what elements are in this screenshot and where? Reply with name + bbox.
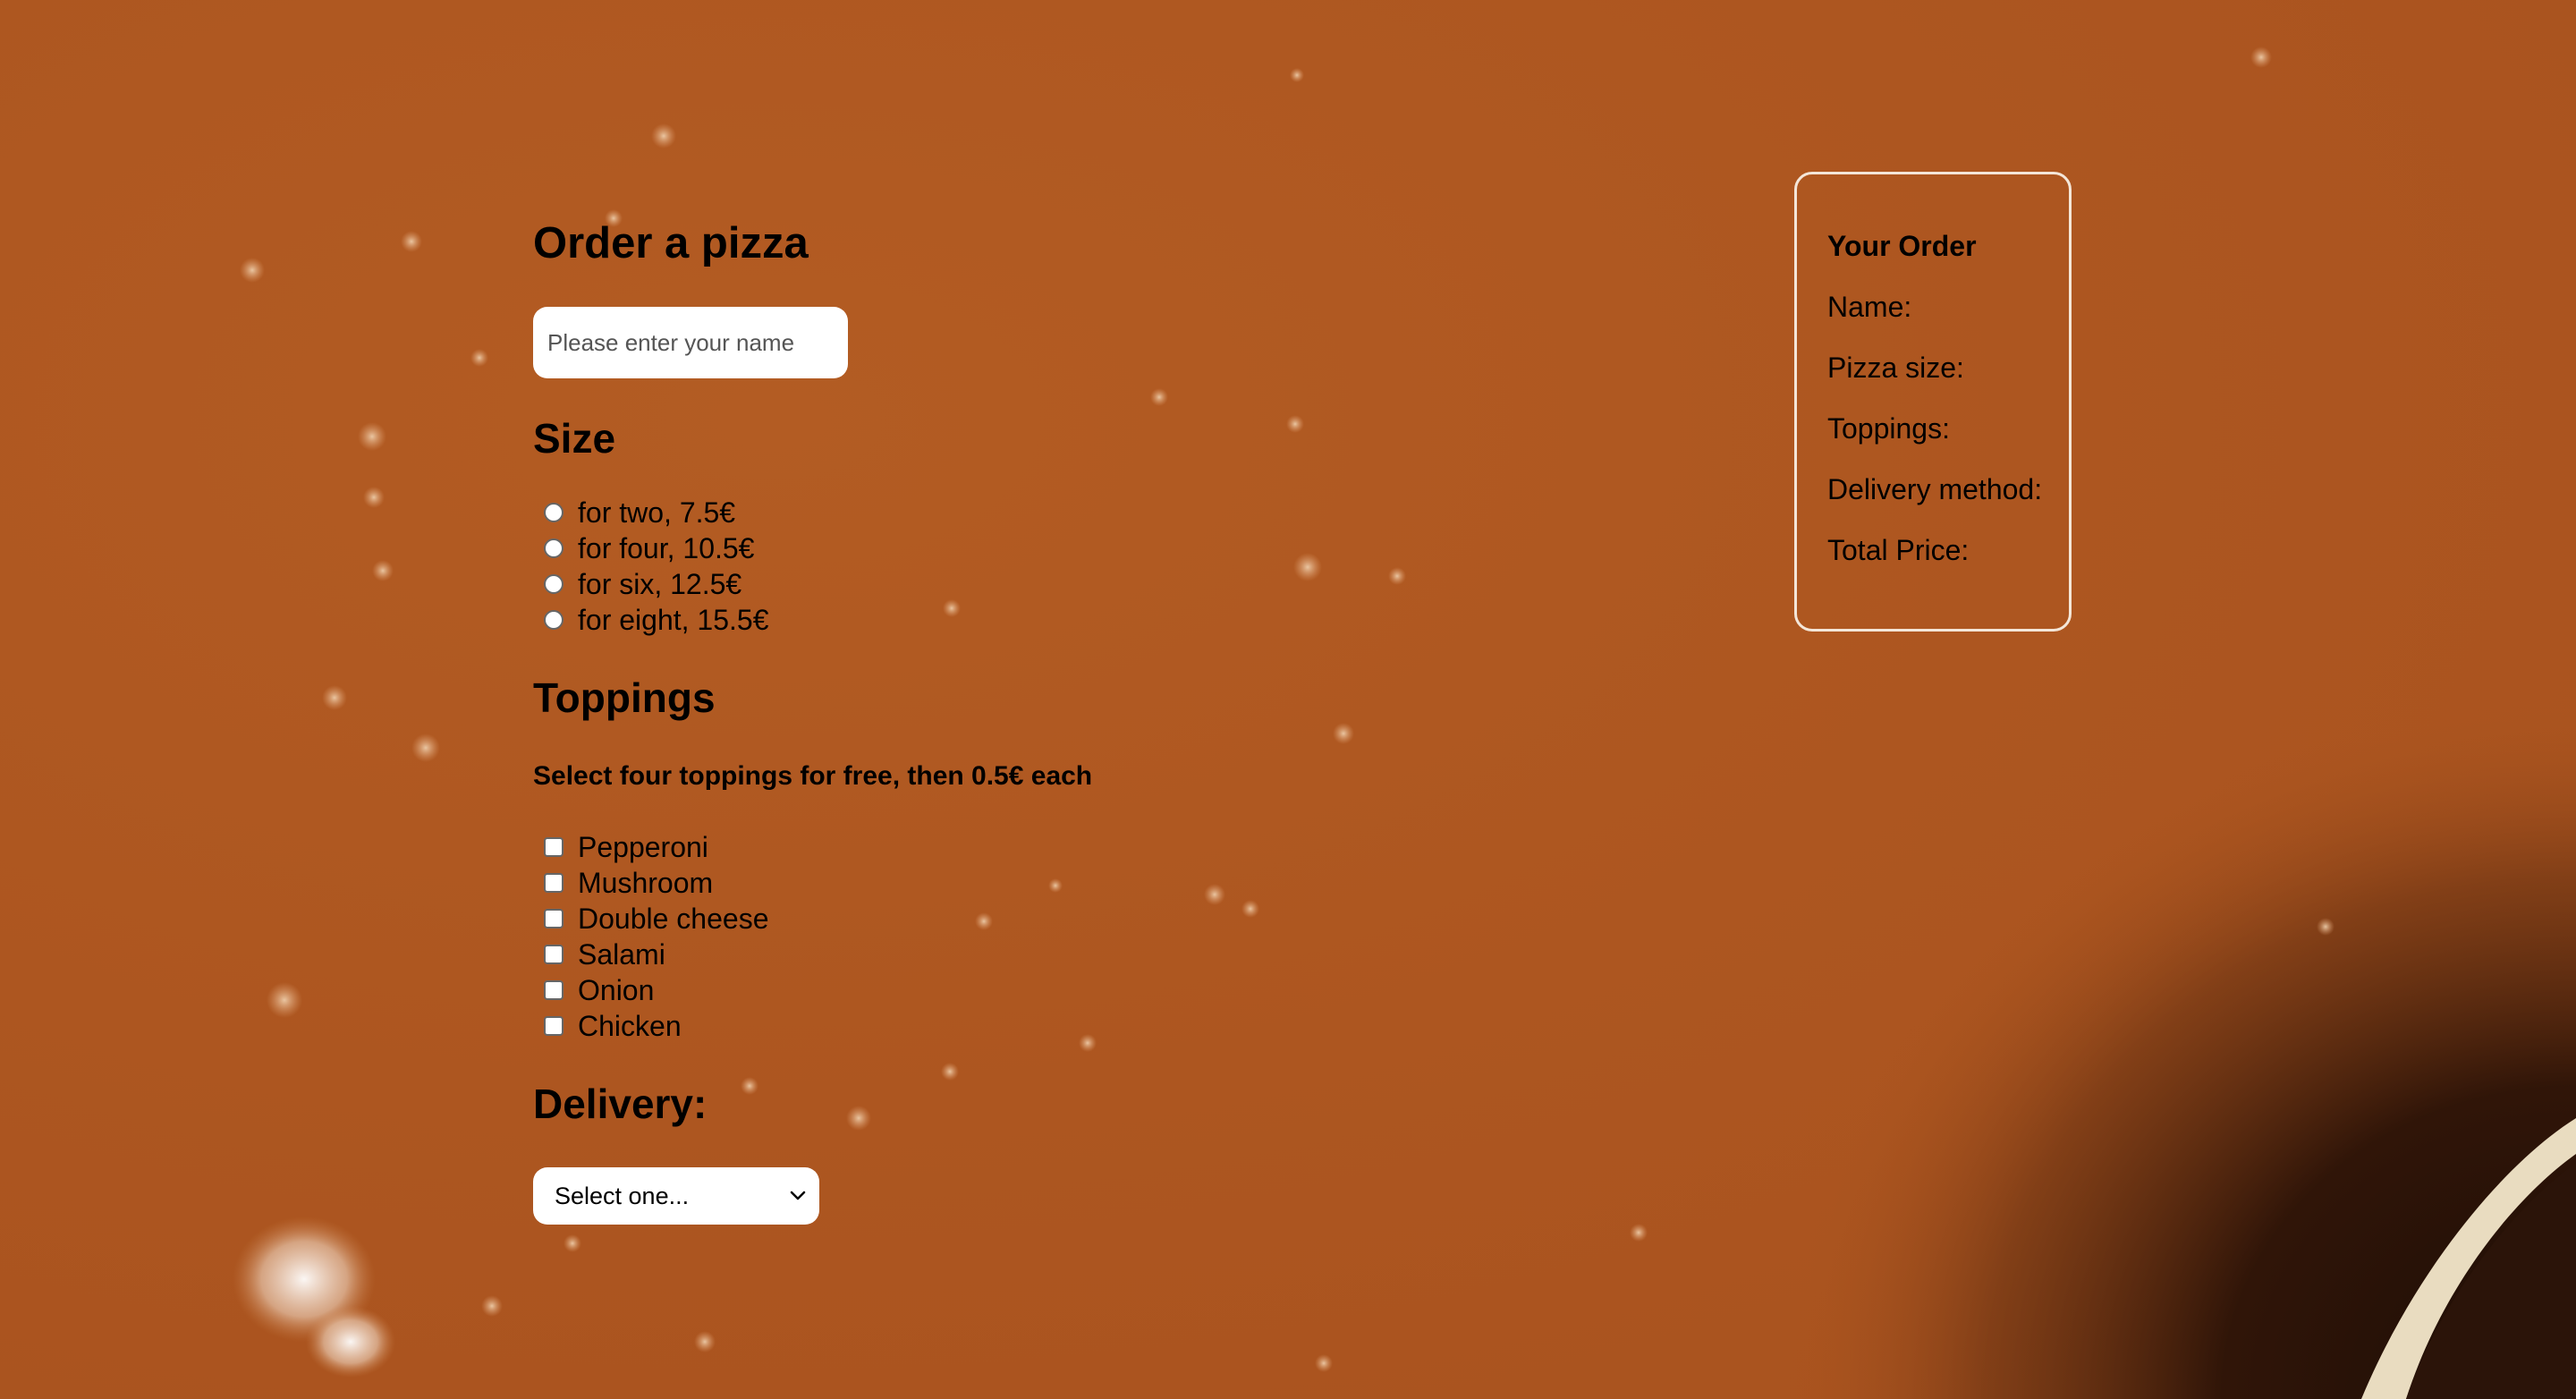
page-title: Order a pizza (533, 219, 809, 267)
topping-checkbox-pepperoni[interactable] (544, 837, 564, 857)
topping-option-label: Pepperoni (578, 830, 708, 863)
size-option-label: for four, 10.5€ (578, 531, 755, 564)
order-toppings-label: Toppings: (1827, 412, 1950, 445)
order-summary-title: Your Order (1827, 230, 1977, 262)
topping-checkbox-double-cheese[interactable] (544, 909, 564, 928)
size-heading: Size (533, 415, 616, 462)
size-radio-eight[interactable] (544, 610, 564, 630)
name-input[interactable] (533, 307, 848, 378)
size-option-eight[interactable]: for eight, 15.5€ (533, 602, 1338, 638)
topping-option-label: Mushroom (578, 866, 714, 899)
delivery-select[interactable]: Select one... (533, 1167, 819, 1225)
size-option-six[interactable]: for six, 12.5€ (533, 566, 1338, 602)
pizza-order-form: Order a pizza Size for two, 7.5€ for fou… (533, 222, 1338, 1225)
topping-option-label: Double cheese (578, 902, 769, 935)
chevron-down-icon (790, 1191, 806, 1200)
toppings-note: Select four toppings for free, then 0.5€… (533, 761, 1093, 791)
size-radio-two[interactable] (544, 503, 564, 522)
order-size-label: Pizza size: (1827, 352, 1964, 384)
size-radio-six[interactable] (544, 574, 564, 594)
topping-checkbox-onion[interactable] (544, 980, 564, 1000)
toppings-heading: Toppings (533, 674, 716, 721)
topping-checkbox-chicken[interactable] (544, 1016, 564, 1036)
size-option-label: for six, 12.5€ (578, 567, 742, 600)
topping-option-double-cheese[interactable]: Double cheese (533, 901, 1338, 937)
topping-option-label: Onion (578, 973, 655, 1006)
topping-checkbox-mushroom[interactable] (544, 873, 564, 893)
topping-checkbox-salami[interactable] (544, 945, 564, 964)
delivery-select-value: Select one... (555, 1182, 690, 1209)
size-option-four[interactable]: for four, 10.5€ (533, 530, 1338, 566)
topping-option-chicken[interactable]: Chicken (533, 1008, 1338, 1044)
topping-option-pepperoni[interactable]: Pepperoni (533, 829, 1338, 865)
size-option-label: for two, 7.5€ (578, 496, 736, 529)
size-radio-four[interactable] (544, 538, 564, 558)
topping-option-salami[interactable]: Salami (533, 937, 1338, 972)
topping-option-onion[interactable]: Onion (533, 972, 1338, 1008)
order-total-label: Total Price: (1827, 534, 1970, 566)
order-summary-panel: Your Order Name: Pizza size: Toppings: D… (1794, 172, 2072, 632)
order-delivery-label: Delivery method: (1827, 473, 2043, 505)
size-options: for two, 7.5€ for four, 10.5€ for six, 1… (533, 495, 1338, 638)
size-option-two[interactable]: for two, 7.5€ (533, 495, 1338, 530)
size-option-label: for eight, 15.5€ (578, 603, 769, 636)
topping-option-label: Salami (578, 937, 665, 971)
delivery-heading: Delivery: (533, 1081, 708, 1127)
topping-option-label: Chicken (578, 1009, 682, 1042)
topping-options: Pepperoni Mushroom Double cheese Salami … (533, 829, 1338, 1044)
order-name-label: Name: (1827, 291, 1912, 323)
topping-option-mushroom[interactable]: Mushroom (533, 865, 1338, 901)
